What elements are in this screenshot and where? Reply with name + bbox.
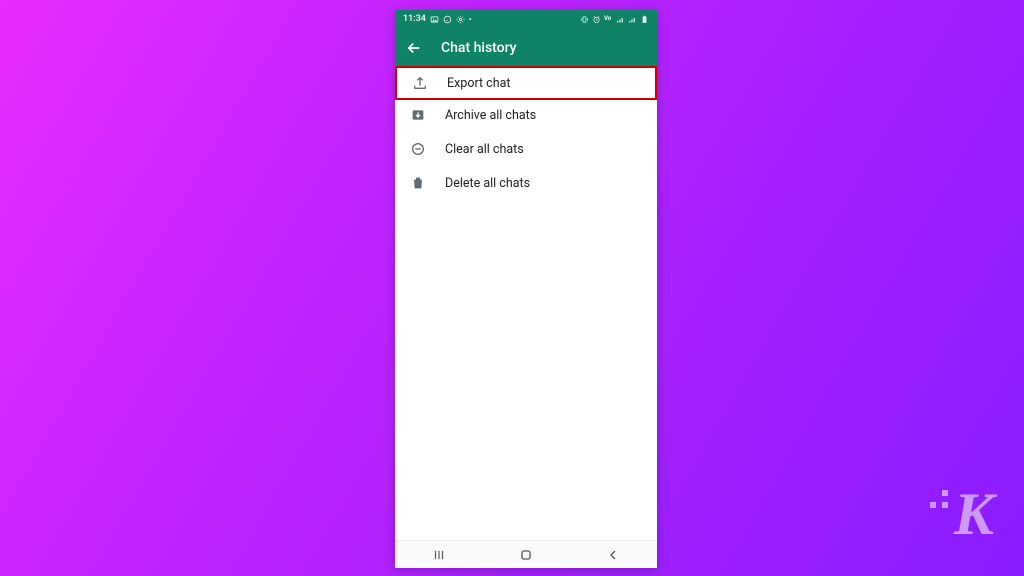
menu-item-archive-all[interactable]: Archive all chats (395, 98, 657, 132)
watermark-letter: K (954, 481, 994, 547)
menu-item-delete-all[interactable]: Delete all chats (395, 166, 657, 200)
watermark: K (954, 484, 994, 544)
alarm-icon (592, 15, 601, 24)
back-button[interactable] (405, 39, 423, 57)
clear-circle-icon (409, 140, 427, 158)
upload-icon (411, 74, 429, 92)
status-bar: 11:34 • Vo (395, 10, 657, 28)
trash-icon (409, 174, 427, 192)
nav-home-button[interactable] (506, 545, 546, 565)
nav-back-button[interactable] (593, 545, 633, 565)
whatsapp-icon (443, 15, 452, 24)
phone-frame: 11:34 • Vo Chat history (395, 10, 657, 568)
recents-icon (430, 548, 448, 562)
archive-icon (409, 106, 427, 124)
android-nav-bar (395, 540, 657, 568)
signal-icon (628, 15, 637, 24)
vibrate-icon (580, 15, 589, 24)
settings-gear-icon (456, 15, 465, 24)
vowifi-icon: Vo (604, 15, 613, 24)
image-icon (430, 15, 439, 24)
app-bar: Chat history (395, 28, 657, 68)
chevron-left-icon (605, 547, 621, 563)
nav-recents-button[interactable] (419, 545, 459, 565)
signal-icon (616, 15, 625, 24)
menu-item-export-chat[interactable]: Export chat (395, 66, 657, 100)
home-icon (518, 547, 534, 563)
menu-item-label: Archive all chats (445, 108, 536, 123)
menu-item-clear-all[interactable]: Clear all chats (395, 132, 657, 166)
menu-item-label: Delete all chats (445, 176, 530, 191)
menu-item-label: Clear all chats (445, 142, 524, 157)
watermark-dots-icon (930, 490, 954, 514)
page-title: Chat history (441, 40, 517, 56)
status-time: 11:34 (403, 14, 426, 24)
menu-item-label: Export chat (447, 76, 511, 91)
arrow-left-icon (405, 39, 423, 57)
dot-icon: • (469, 15, 472, 24)
battery-icon (640, 15, 649, 24)
settings-list: Export chat Archive all chats Clear all … (395, 68, 657, 540)
